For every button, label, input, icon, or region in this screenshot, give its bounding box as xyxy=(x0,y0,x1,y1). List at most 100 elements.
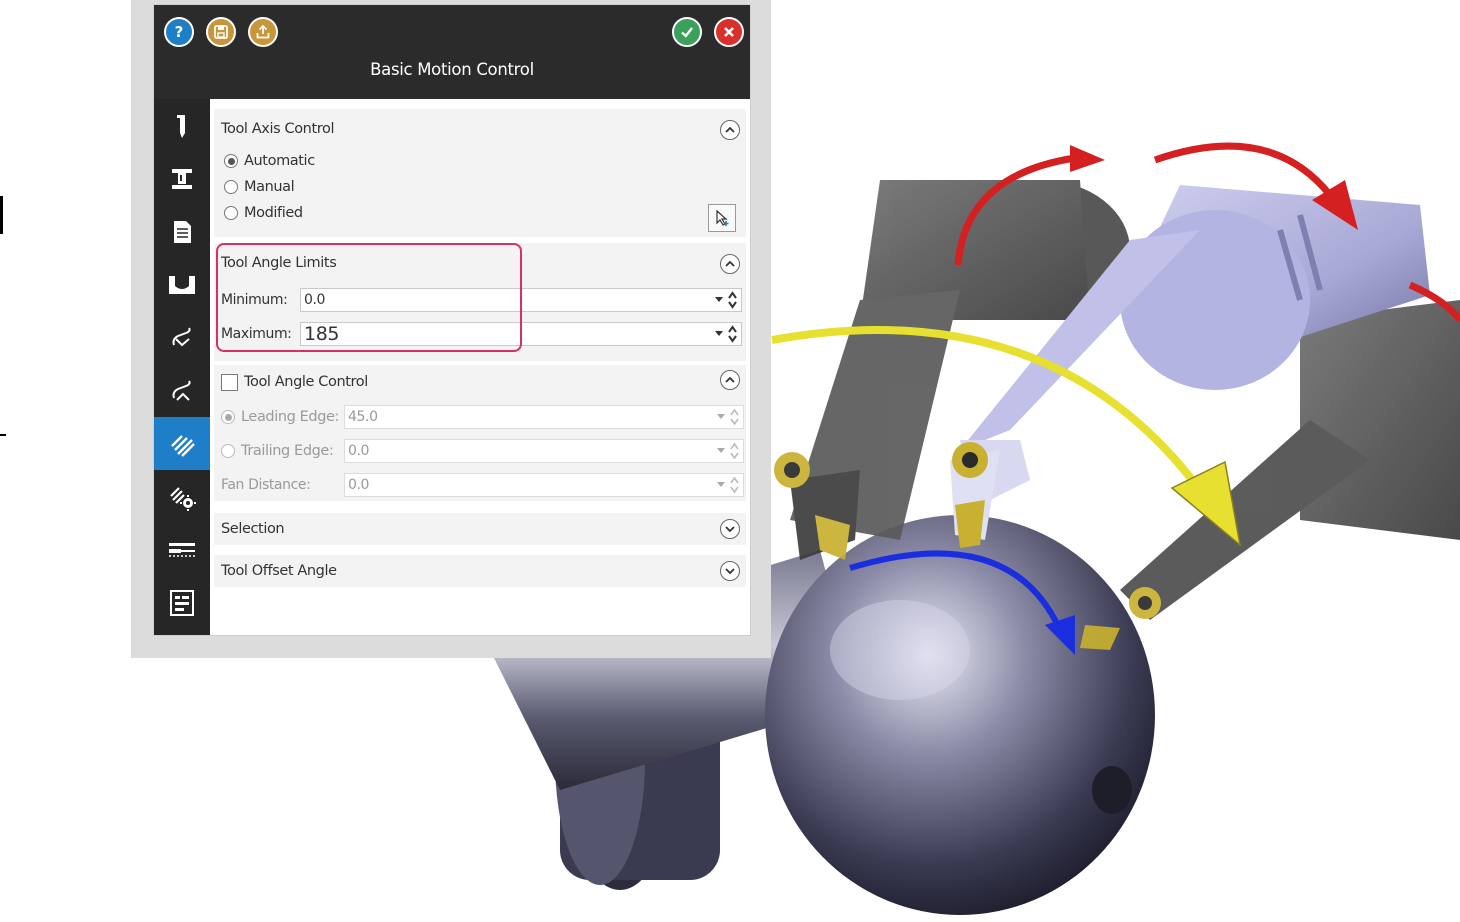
minimum-input[interactable]: 0.0 xyxy=(300,288,742,312)
sidebar-item-document[interactable] xyxy=(154,205,210,258)
edge-mark-top xyxy=(0,196,3,234)
stepper-icon xyxy=(728,325,737,343)
tool-angle-control-title: Tool Angle Control xyxy=(244,374,368,390)
tool-holder-left xyxy=(774,180,1130,560)
selection-section[interactable]: Selection xyxy=(214,513,746,545)
panel-content: Tool Axis Control Automatic Manual Modif… xyxy=(210,99,750,635)
sidebar-item-motion-settings[interactable] xyxy=(154,470,210,523)
radio-leading-edge[interactable] xyxy=(221,410,235,424)
cursor-select-icon xyxy=(716,209,729,226)
stepper-icon xyxy=(728,291,737,309)
check-icon xyxy=(681,27,693,38)
sidebar-item-holder[interactable] xyxy=(154,152,210,205)
sidebar-item-report[interactable] xyxy=(154,576,210,629)
tool-icon xyxy=(177,114,185,138)
edge-mark-bottom xyxy=(0,434,6,436)
select-axis-button[interactable] xyxy=(708,204,736,232)
motion-settings-icon xyxy=(170,486,196,511)
trailing-edge-value: 0.0 xyxy=(348,443,370,459)
save-button[interactable] xyxy=(206,17,236,47)
selection-title: Selection xyxy=(221,521,285,537)
dropdown-arrow-icon xyxy=(717,448,725,453)
chevron-down-icon xyxy=(725,526,735,533)
motion-control-icon xyxy=(171,434,195,457)
maximum-value: 185 xyxy=(304,323,340,345)
fan-distance-input[interactable]: 0.0 xyxy=(344,473,744,497)
hole xyxy=(1092,766,1132,814)
sidebar-item-motion-control[interactable] xyxy=(154,417,210,470)
tool-angle-control-collapse[interactable] xyxy=(720,370,740,390)
panel-titlebar: ? Basic Motion Control xyxy=(154,5,750,99)
fan-distance-value: 0.0 xyxy=(348,477,370,493)
cancel-button[interactable] xyxy=(714,17,744,47)
fan-distance-label: Fan Distance: xyxy=(221,477,311,493)
trailing-edge-label: Trailing Edge: xyxy=(241,443,334,459)
chevron-up-icon xyxy=(725,376,735,383)
dropdown-arrow-icon xyxy=(717,482,725,487)
dropdown-arrow-icon xyxy=(715,331,723,336)
axis-option-manual[interactable]: Manual xyxy=(224,179,295,195)
trailing-edge-spinner[interactable] xyxy=(717,442,739,460)
tool-axis-control-section: Tool Axis Control Automatic Manual Modif… xyxy=(214,109,746,237)
maximum-input[interactable]: 185 xyxy=(300,322,742,346)
selection-expand[interactable] xyxy=(720,519,740,539)
sidebar-item-exit-link[interactable] xyxy=(154,364,210,417)
axis-option-modified[interactable]: Modified xyxy=(224,205,303,221)
geometry-icon xyxy=(169,275,195,294)
sidebar-item-geometry[interactable] xyxy=(154,258,210,311)
report-icon xyxy=(170,589,194,616)
trailing-edge-option[interactable]: Trailing Edge: xyxy=(221,443,334,459)
maximum-spinner[interactable] xyxy=(715,325,737,343)
tool-angle-limits-collapse[interactable] xyxy=(720,254,740,274)
document-icon xyxy=(174,220,191,243)
leading-edge-input[interactable]: 45.0 xyxy=(344,405,744,429)
fan-distance-spinner[interactable] xyxy=(717,476,739,494)
tool-offset-angle-section[interactable]: Tool Offset Angle xyxy=(214,555,746,587)
close-icon xyxy=(724,27,734,37)
leading-edge-value: 45.0 xyxy=(348,409,378,425)
chevron-up-icon xyxy=(725,260,735,267)
sidebar-item-entry-link[interactable] xyxy=(154,311,210,364)
tool-offset-angle-expand[interactable] xyxy=(720,561,740,581)
stepper-icon xyxy=(730,442,739,460)
leading-edge-spinner[interactable] xyxy=(717,408,739,426)
tool-axis-control-title: Tool Axis Control xyxy=(221,121,335,137)
axis-option-label: Manual xyxy=(244,179,295,195)
holder-icon xyxy=(172,168,192,189)
radio-manual[interactable] xyxy=(224,180,238,194)
chevron-down-icon xyxy=(725,568,735,575)
tool-angle-control-section: Tool Angle Control Leading Edge: 45.0 Tr… xyxy=(214,365,746,501)
minimum-spinner[interactable] xyxy=(715,291,737,309)
sphere xyxy=(765,515,1155,915)
tool-angle-control-checkbox[interactable] xyxy=(221,374,238,391)
chevron-up-icon xyxy=(725,126,735,133)
axis-option-automatic[interactable]: Automatic xyxy=(224,153,315,169)
minimum-value: 0.0 xyxy=(304,292,326,308)
export-button[interactable] xyxy=(248,17,278,47)
sidebar-item-tool[interactable] xyxy=(154,99,210,152)
tool-angle-limits-title: Tool Angle Limits xyxy=(221,255,337,271)
dropdown-arrow-icon xyxy=(717,414,725,419)
help-icon: ? xyxy=(175,23,184,41)
trailing-edge-input[interactable]: 0.0 xyxy=(344,439,744,463)
panel-title: Basic Motion Control xyxy=(370,60,534,79)
tool-offset-angle-title: Tool Offset Angle xyxy=(221,563,337,579)
axis-option-label: Automatic xyxy=(244,153,315,169)
export-icon xyxy=(256,24,270,39)
minimum-label: Minimum: xyxy=(221,292,288,308)
radio-modified[interactable] xyxy=(224,206,238,220)
cut-pattern-icon xyxy=(169,542,195,557)
leading-edge-option[interactable]: Leading Edge: xyxy=(221,409,339,425)
help-button[interactable]: ? xyxy=(164,17,194,47)
sidebar-item-cut-pattern[interactable] xyxy=(154,523,210,576)
ok-button[interactable] xyxy=(672,17,702,47)
radio-trailing-edge[interactable] xyxy=(221,444,235,458)
stepper-icon xyxy=(730,408,739,426)
radio-automatic[interactable] xyxy=(224,154,238,168)
basic-motion-control-panel: ? Basic Motion Control Tool Axis Control… xyxy=(154,5,750,635)
tool-axis-control-collapse[interactable] xyxy=(720,120,740,140)
leading-edge-label: Leading Edge: xyxy=(241,409,340,425)
sidebar xyxy=(154,99,210,635)
maximum-label: Maximum: xyxy=(221,326,292,342)
save-icon xyxy=(214,25,228,39)
